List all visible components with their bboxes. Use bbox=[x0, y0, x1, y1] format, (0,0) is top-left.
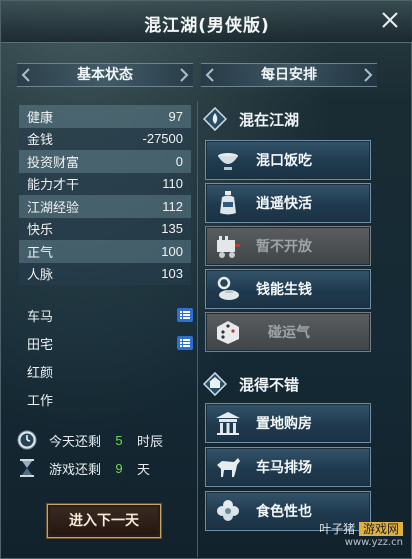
stat-label: 金钱 bbox=[27, 133, 54, 149]
chevron-left-icon bbox=[21, 68, 30, 82]
money-icon bbox=[217, 276, 239, 300]
prop-row-carriage: 车马 bbox=[27, 301, 193, 329]
action-button-horses[interactable]: 车马排场 bbox=[205, 447, 371, 487]
action-label: 暂不开放 bbox=[256, 239, 312, 255]
stat-label: 健康 bbox=[27, 110, 54, 126]
stat-label: 投资财富 bbox=[27, 155, 80, 171]
prop-row-estate: 田宅 bbox=[27, 329, 193, 357]
group-header-doing-well: 混得不错 bbox=[203, 370, 381, 398]
house-icon bbox=[216, 412, 240, 435]
stat-label: 江湖经验 bbox=[27, 200, 80, 216]
today-prefix: 今天还剩 bbox=[49, 434, 102, 450]
list-icon[interactable] bbox=[177, 336, 193, 350]
game-value: 9 bbox=[115, 460, 123, 476]
chevron-right-icon bbox=[180, 68, 189, 82]
hourglass-icon bbox=[20, 459, 34, 477]
clock-icon bbox=[17, 430, 37, 450]
bowl-icon bbox=[218, 153, 238, 170]
stats-table: 健康 97 金钱 -27500 投资财富 0 能力才干 110 江湖经验 112 快乐 13… bbox=[19, 105, 191, 285]
stat-row-connections: 人脉 103 bbox=[19, 262, 191, 285]
action-label: 混口饭吃 bbox=[256, 153, 312, 169]
stat-row-experience: 江湖经验 112 bbox=[19, 195, 191, 218]
action-button-invest[interactable]: 钱能生钱 bbox=[205, 269, 371, 309]
stat-row-money: 金钱 -27500 bbox=[19, 127, 191, 150]
stat-row-ability: 能力才干 110 bbox=[19, 172, 191, 195]
list-icon[interactable] bbox=[177, 308, 193, 322]
title-bar: 混江湖(男侠版) bbox=[1, 1, 412, 43]
wine-icon bbox=[220, 191, 236, 215]
action-label: 置地购房 bbox=[256, 416, 312, 432]
action-button-closed[interactable]: 暂不开放 bbox=[205, 226, 371, 266]
stat-value: 100 bbox=[161, 243, 183, 259]
stat-value: -27500 bbox=[142, 131, 183, 147]
close-icon[interactable] bbox=[379, 9, 401, 31]
group-title: 混在江湖 bbox=[239, 110, 300, 129]
watermark-tag: 游戏网 bbox=[358, 522, 403, 536]
action-label: 钱能生钱 bbox=[256, 282, 312, 298]
prop-row-beauty: 红颜 bbox=[27, 357, 193, 385]
stat-row-health: 健康 97 bbox=[19, 105, 191, 128]
prop-label: 红颜 bbox=[27, 365, 54, 381]
flower-icon bbox=[217, 500, 239, 521]
diamond-emblem-icon bbox=[203, 107, 227, 131]
group-header-jianghu: 混在江湖 bbox=[203, 105, 381, 133]
group-title: 混得不错 bbox=[239, 375, 300, 394]
action-label: 车马排场 bbox=[256, 460, 312, 476]
chevron-left-icon bbox=[205, 68, 214, 82]
action-label: 逍遥快活 bbox=[256, 196, 312, 212]
stat-label: 快乐 bbox=[27, 223, 54, 239]
stat-value: 110 bbox=[162, 176, 183, 192]
daily-plan-title: 每日安排 bbox=[261, 67, 317, 83]
stat-row-investment: 投资财富 0 bbox=[19, 150, 191, 173]
stat-value: 103 bbox=[161, 266, 183, 282]
daily-plan-header: 每日安排 bbox=[201, 63, 377, 87]
cart-icon bbox=[217, 236, 240, 258]
panel-divider bbox=[197, 101, 198, 557]
action-button-property[interactable]: 置地购房 bbox=[205, 403, 371, 443]
today-unit: 时辰 bbox=[137, 434, 164, 450]
game-window: 混江湖(男侠版) 基本状态 每日安排 健康 97 金钱 -27500 投资财富 0 能… bbox=[0, 0, 412, 559]
site-watermark: 叶子猪 游戏网 www.yzz.cn bbox=[319, 520, 403, 548]
stat-row-happiness: 快乐 135 bbox=[19, 217, 191, 240]
stat-row-righteousness: 正气 100 bbox=[19, 240, 191, 263]
today-remaining: 今天还剩 5 时辰 bbox=[17, 428, 197, 452]
stat-label: 正气 bbox=[27, 245, 54, 261]
today-value: 5 bbox=[115, 432, 123, 448]
prop-row-job: 工作 bbox=[27, 385, 193, 413]
action-button-eat[interactable]: 混口饭吃 bbox=[205, 140, 371, 180]
stat-value: 97 bbox=[168, 108, 183, 124]
next-day-button[interactable]: 进入下一天 bbox=[47, 504, 161, 538]
action-button-luck[interactable]: 碰运气 bbox=[205, 312, 371, 352]
horse-icon bbox=[217, 458, 240, 477]
action-label: 食色性也 bbox=[256, 504, 312, 520]
stat-value: 112 bbox=[162, 198, 183, 214]
stat-value: 0 bbox=[175, 153, 183, 169]
stat-label: 能力才干 bbox=[27, 178, 80, 194]
stat-value: 135 bbox=[161, 221, 183, 237]
property-list: 车马 田宅 红颜 工作 bbox=[27, 301, 193, 413]
game-unit: 天 bbox=[137, 462, 151, 478]
basic-status-header: 基本状态 bbox=[17, 63, 193, 87]
game-remaining: 游戏还剩 9 天 bbox=[17, 456, 197, 480]
watermark-brand: 叶子猪 bbox=[319, 522, 356, 536]
prop-label: 工作 bbox=[27, 393, 54, 409]
watermark-url: www.yzz.cn bbox=[344, 537, 403, 548]
stat-label: 人脉 bbox=[27, 268, 54, 284]
action-label: 碰运气 bbox=[268, 325, 310, 341]
basic-status-title: 基本状态 bbox=[77, 67, 133, 83]
chevron-right-icon bbox=[364, 68, 373, 82]
action-button-leisure[interactable]: 逍遥快活 bbox=[205, 183, 371, 223]
prop-label: 车马 bbox=[27, 309, 54, 325]
diamond-emblem-icon bbox=[203, 372, 227, 396]
game-prefix: 游戏还剩 bbox=[49, 462, 102, 478]
window-title: 混江湖(男侠版) bbox=[144, 16, 270, 36]
dice-icon bbox=[217, 321, 239, 344]
prop-label: 田宅 bbox=[27, 337, 54, 353]
